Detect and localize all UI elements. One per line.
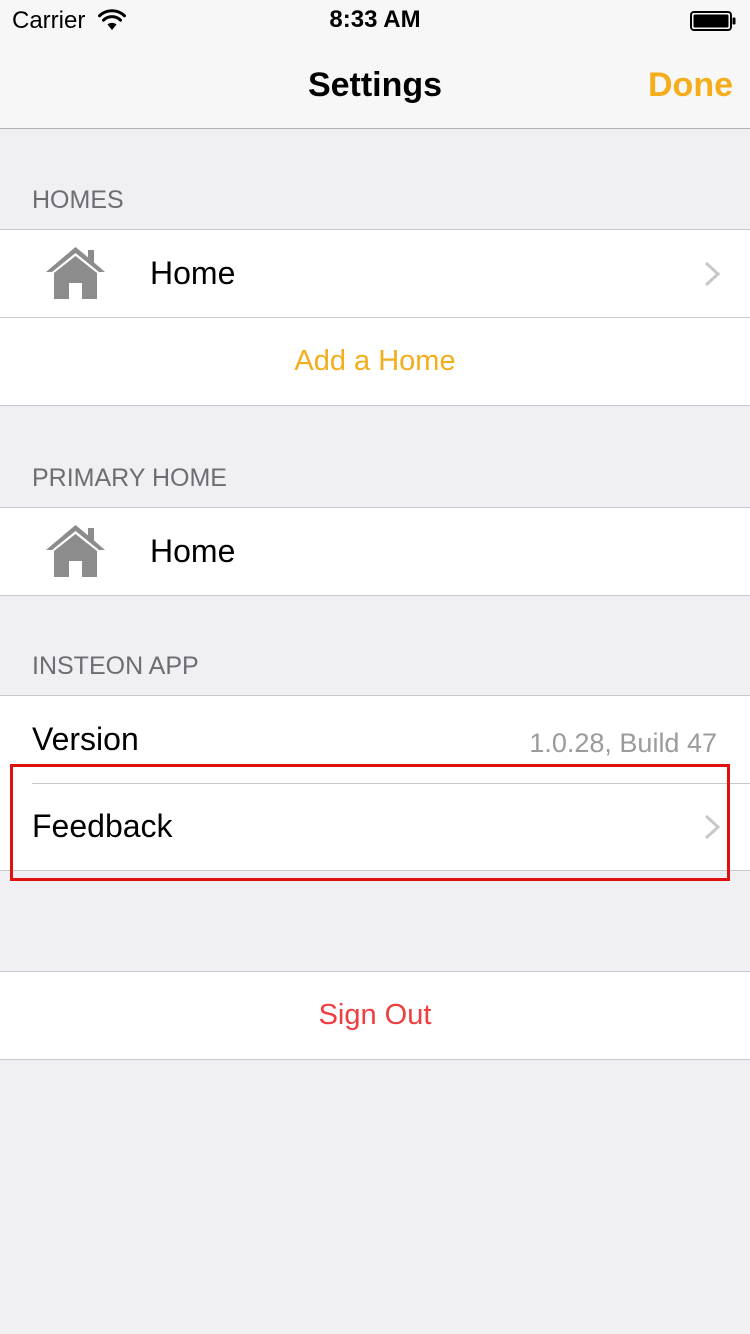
house-icon	[46, 247, 105, 299]
battery-icon	[690, 11, 736, 31]
section-header-primary-home: PRIMARY HOME	[32, 464, 227, 492]
feedback-label: Feedback	[32, 808, 173, 844]
home-label: Home	[150, 255, 236, 291]
feedback-row[interactable]: Feedback	[0, 783, 750, 870]
sign-out-group: Sign Out	[0, 971, 750, 1060]
home-row[interactable]: Home	[0, 230, 750, 317]
add-home-button[interactable]: Add a Home	[0, 318, 750, 405]
sign-out-row[interactable]: Sign Out	[0, 972, 750, 1059]
homes-group: Home Add a Home	[0, 229, 750, 406]
sign-out-button[interactable]: Sign Out	[0, 972, 750, 1059]
add-home-row[interactable]: Add a Home	[0, 317, 750, 405]
status-time: 8:33 AM	[329, 6, 421, 33]
primary-home-group: Home	[0, 507, 750, 596]
navigation-bar: Settings Done	[0, 40, 750, 129]
chevron-right-icon	[704, 261, 720, 287]
status-bar: Carrier 8:33 AM	[0, 0, 750, 40]
primary-home-row[interactable]: Home	[0, 508, 750, 595]
done-button[interactable]: Done	[648, 65, 733, 105]
version-row: Version 1.0.28, Build 47	[0, 696, 750, 783]
version-label: Version	[32, 721, 139, 757]
page-title: Settings	[307, 66, 443, 104]
chevron-right-icon	[704, 814, 720, 840]
primary-home-label: Home	[150, 533, 236, 569]
app-group: Version 1.0.28, Build 47 Feedback	[0, 695, 750, 871]
section-header-insteon-app: INSTEON APP	[32, 652, 199, 680]
section-header-homes: HOMES	[32, 186, 124, 214]
version-value: 1.0.28, Build 47	[529, 728, 717, 758]
house-icon	[46, 525, 105, 577]
